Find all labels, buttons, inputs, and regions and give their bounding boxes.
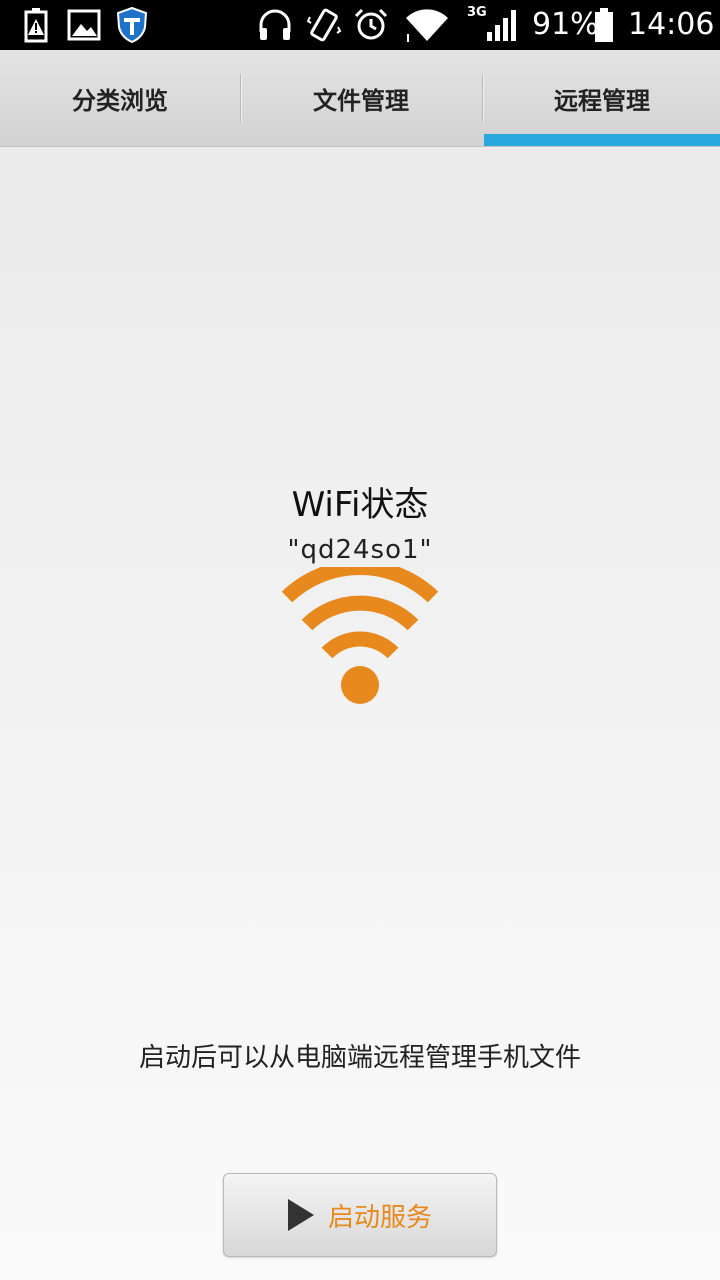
tab-selected-indicator <box>484 134 720 146</box>
tab-category-browse[interactable]: 分类浏览 <box>0 50 240 146</box>
start-service-label: 启动服务 <box>327 1202 432 1233</box>
wifi-icon <box>404 7 450 43</box>
alarm-icon <box>353 7 389 43</box>
status-bar: 3G 91% 14:06 <box>0 0 720 50</box>
battery-alert-icon <box>20 7 54 43</box>
shield-icon <box>114 7 150 43</box>
image-icon <box>66 7 102 43</box>
tab-file-manager[interactable]: 文件管理 <box>241 50 481 146</box>
headphones-icon <box>256 7 294 43</box>
wifi-status-title: WiFi状态 <box>291 485 429 525</box>
remote-hint-text: 启动后可以从电脑端远程管理手机文件 <box>138 1043 581 1073</box>
clock: 14:06 <box>628 7 715 42</box>
wifi-icon <box>281 567 439 704</box>
tab-bar: 分类浏览 文件管理 远程管理 <box>0 50 720 147</box>
start-service-button[interactable]: 启动服务 <box>223 1173 497 1257</box>
remote-manager-panel: WiFi状态 "qd24so1" 启动后可以从电脑端远程管理手机文件 启动服务 <box>0 147 720 1280</box>
wifi-ssid: "qd24so1" <box>287 535 433 565</box>
tab-remote-manager[interactable]: 远程管理 <box>482 50 720 146</box>
signal-icon <box>484 7 520 43</box>
battery-percent: 91% <box>532 7 599 42</box>
battery-icon <box>592 7 616 43</box>
vibrate-icon <box>306 7 342 43</box>
play-icon <box>287 1199 314 1231</box>
